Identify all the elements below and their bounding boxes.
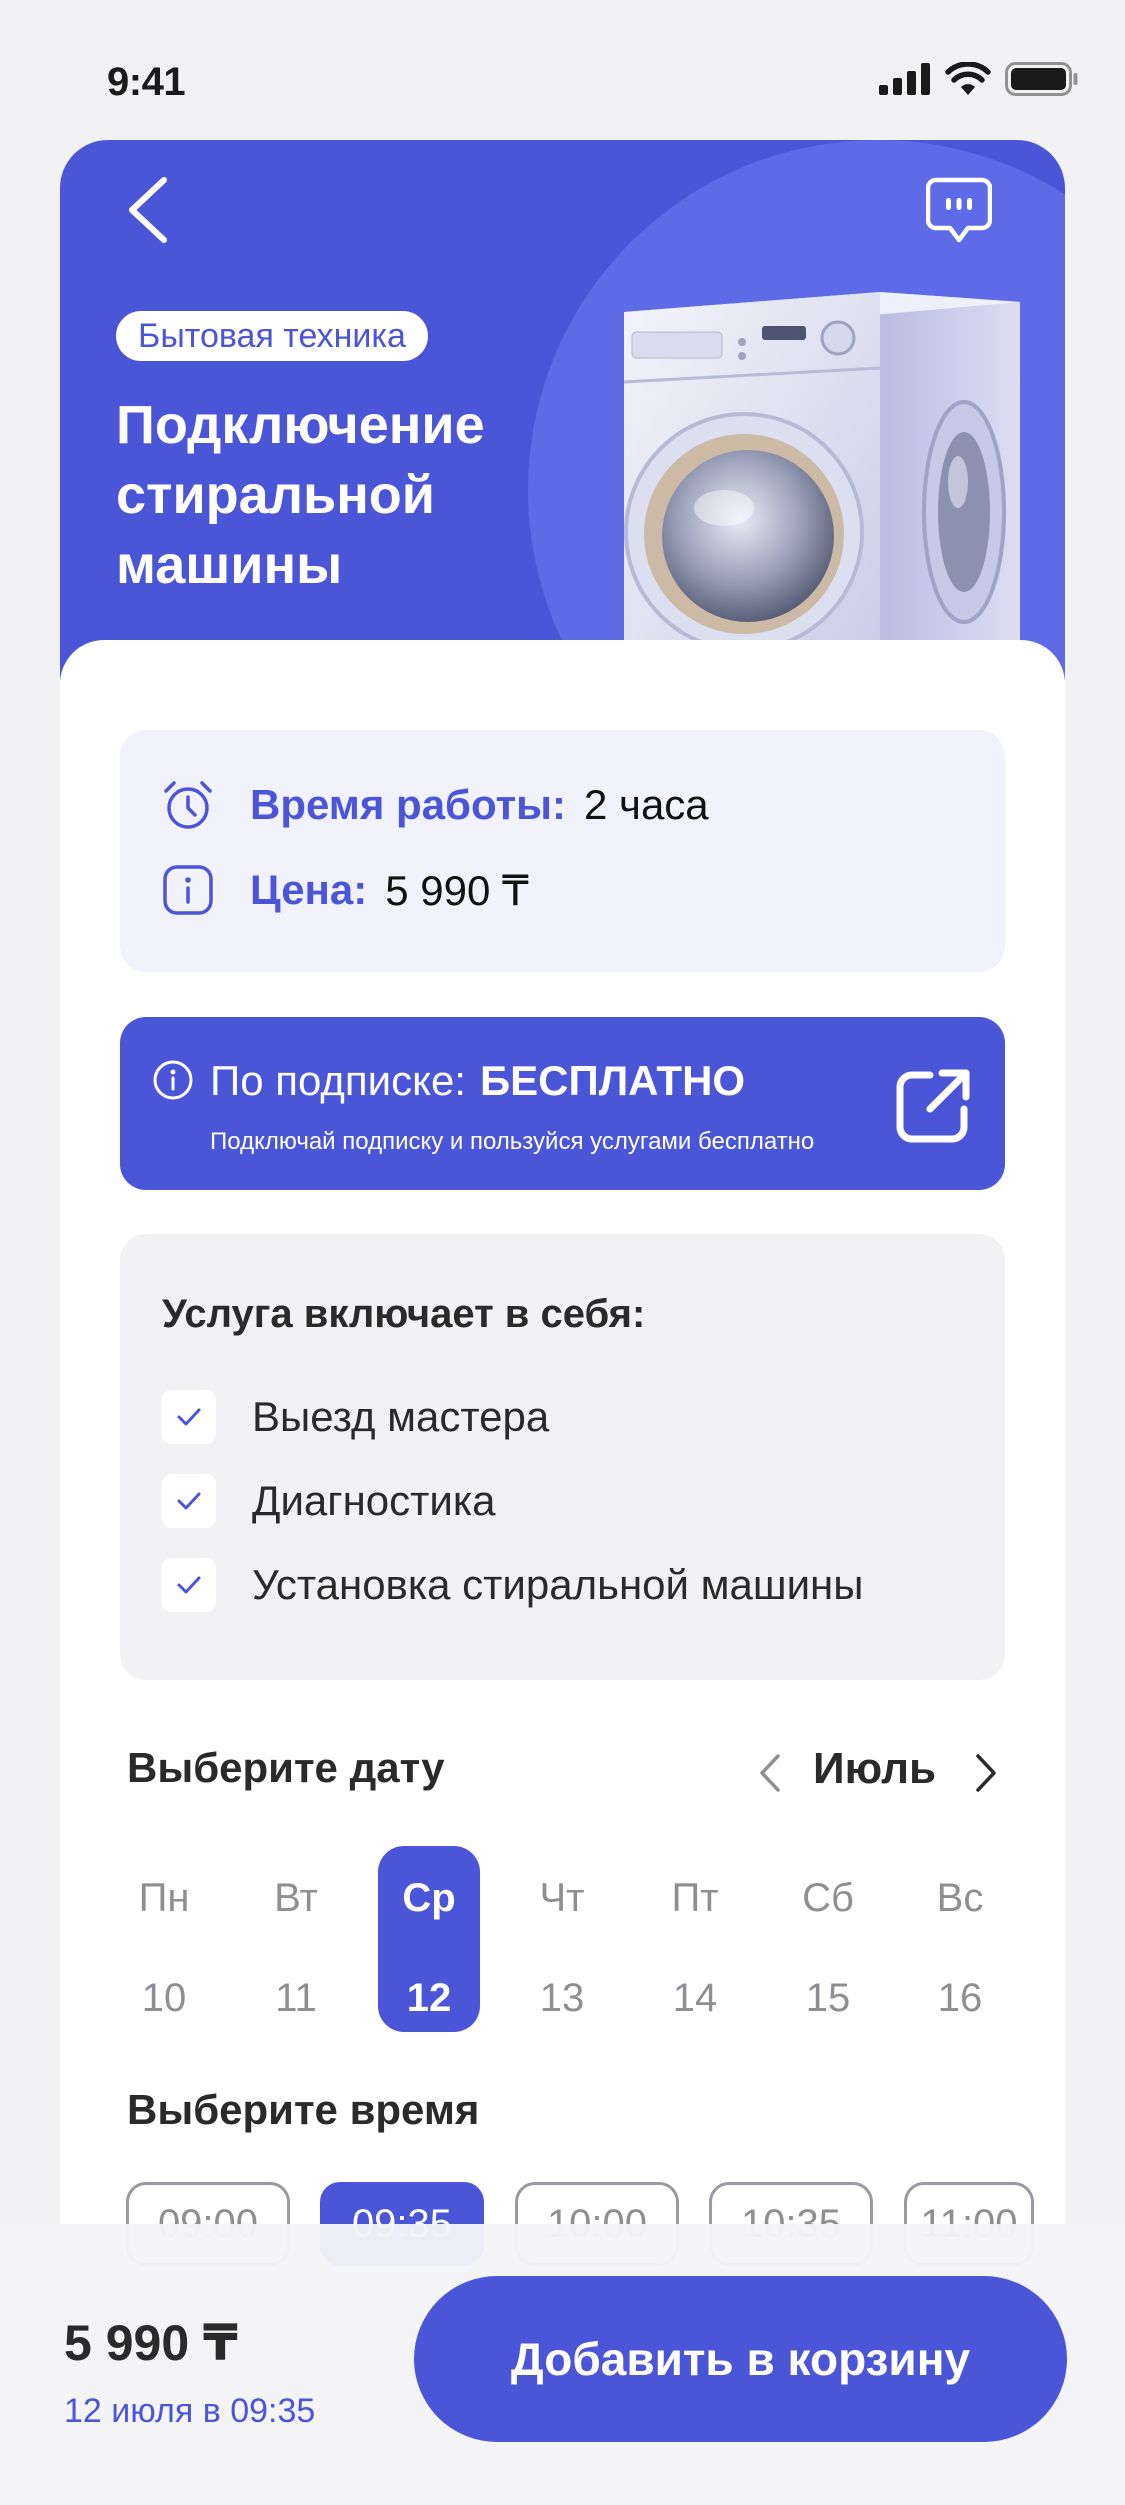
checkbox [162,1474,216,1528]
duration-row: Время работы: 2 часа [160,777,709,833]
time-section-title: Выберите время [127,2086,480,2133]
day-wednesday-selected[interactable]: Ср 12 [378,1846,480,2032]
subscription-banner[interactable]: По подписке: БЕСПЛАТНО Подключай подписку… [120,1017,1005,1190]
subscription-value: БЕСПЛАТНО [479,1057,746,1104]
external-link-icon[interactable] [890,1063,976,1149]
month-label: Июль [813,1744,937,1793]
day-number: 13 [539,1976,585,2020]
title-line: машины [116,535,343,595]
day-name: Сб [802,1876,854,1920]
subscription-title: По подписке: БЕСПЛАТНО [210,1057,745,1105]
day-number: 16 [937,1976,983,2020]
duration-value: 2 часа [584,781,709,828]
wifi-icon [945,62,991,95]
selected-date-time: 12 июля в 09:35 [64,2392,316,2430]
checkbox [162,1558,216,1612]
includes-box: Услуга включает в себя: Выезд мастера Ди… [120,1234,1005,1680]
list-item: Установка стиральной машины [162,1558,863,1612]
include-text: Выезд мастера [252,1393,550,1440]
page-title: Подключение стиральной машины [116,390,556,600]
status-icons [879,62,1079,96]
info-icon [163,865,213,915]
title-line: стиральной [116,465,435,525]
list-item: Диагностика [162,1474,496,1528]
day-name: Вт [274,1876,318,1920]
day-saturday[interactable]: Сб 15 [777,1846,879,2032]
category-badge: Бытовая техника [116,311,428,361]
info-box: Время работы: 2 часа Цена: 5 990 ₸ [120,730,1005,972]
day-tuesday[interactable]: Вт 11 [245,1846,347,2032]
day-number: 15 [805,1976,851,2020]
day-number: 11 [275,1976,317,2020]
date-section-title: Выберите дату [127,1744,445,1791]
check-icon [177,1408,201,1426]
alarm-clock-icon [164,781,212,829]
list-item: Выезд мастера [162,1390,549,1444]
day-name: Пт [671,1876,719,1920]
chevron-right-icon[interactable] [966,1748,1006,1798]
total-price: 5 990 ₸ [64,2315,238,2371]
hero-banner: Бытовая техника Подключение стиральной м… [60,140,1065,680]
check-icon [177,1576,201,1594]
checkout-bar: 5 990 ₸ 12 июля в 09:35 Добавить в корзи… [0,2224,1125,2505]
chevron-left-icon[interactable] [750,1748,790,1798]
title-line: Подключение [116,395,485,455]
subscription-description: Подключай подписку и пользуйся услугами … [210,1128,815,1155]
battery-icon [1005,62,1078,96]
status-time: 9:41 [107,60,186,104]
cellular-signal-icon [879,63,930,95]
price-label: Цена: [250,866,368,913]
includes-title: Услуга включает в себя: [162,1292,646,1336]
info-circle-icon [153,1060,193,1100]
back-button[interactable] [120,174,180,246]
price-value: 5 990 ₸ [385,866,529,914]
day-number: 10 [141,1976,187,2020]
day-sunday[interactable]: Вс 16 [909,1846,1011,2032]
service-card: Бытовая техника Подключение стиральной м… [60,140,1065,2505]
check-icon [177,1492,201,1510]
day-name: Ср [402,1876,456,1920]
include-text: Установка стиральной машины [252,1561,864,1608]
subscription-label: По подписке: [210,1057,466,1104]
washing-machine-image [623,292,1020,680]
day-number: 12 [406,1976,452,2020]
day-name: Вс [936,1876,984,1920]
day-name: Чт [539,1876,585,1920]
checkbox [162,1390,216,1444]
price-row: Цена: 5 990 ₸ [160,862,529,918]
day-monday[interactable]: Пн 10 [113,1846,215,2032]
status-bar: 9:41 [0,0,1125,140]
include-text: Диагностика [252,1477,496,1524]
add-to-cart-button[interactable]: Добавить в корзину [414,2276,1067,2442]
day-name: Пн [138,1876,190,1920]
day-friday[interactable]: Пт 14 [644,1846,746,2032]
chat-bubble-icon[interactable] [926,176,992,246]
day-thursday[interactable]: Чт 13 [511,1846,613,2032]
duration-label: Время работы: [250,781,567,828]
day-number: 14 [672,1976,718,2020]
